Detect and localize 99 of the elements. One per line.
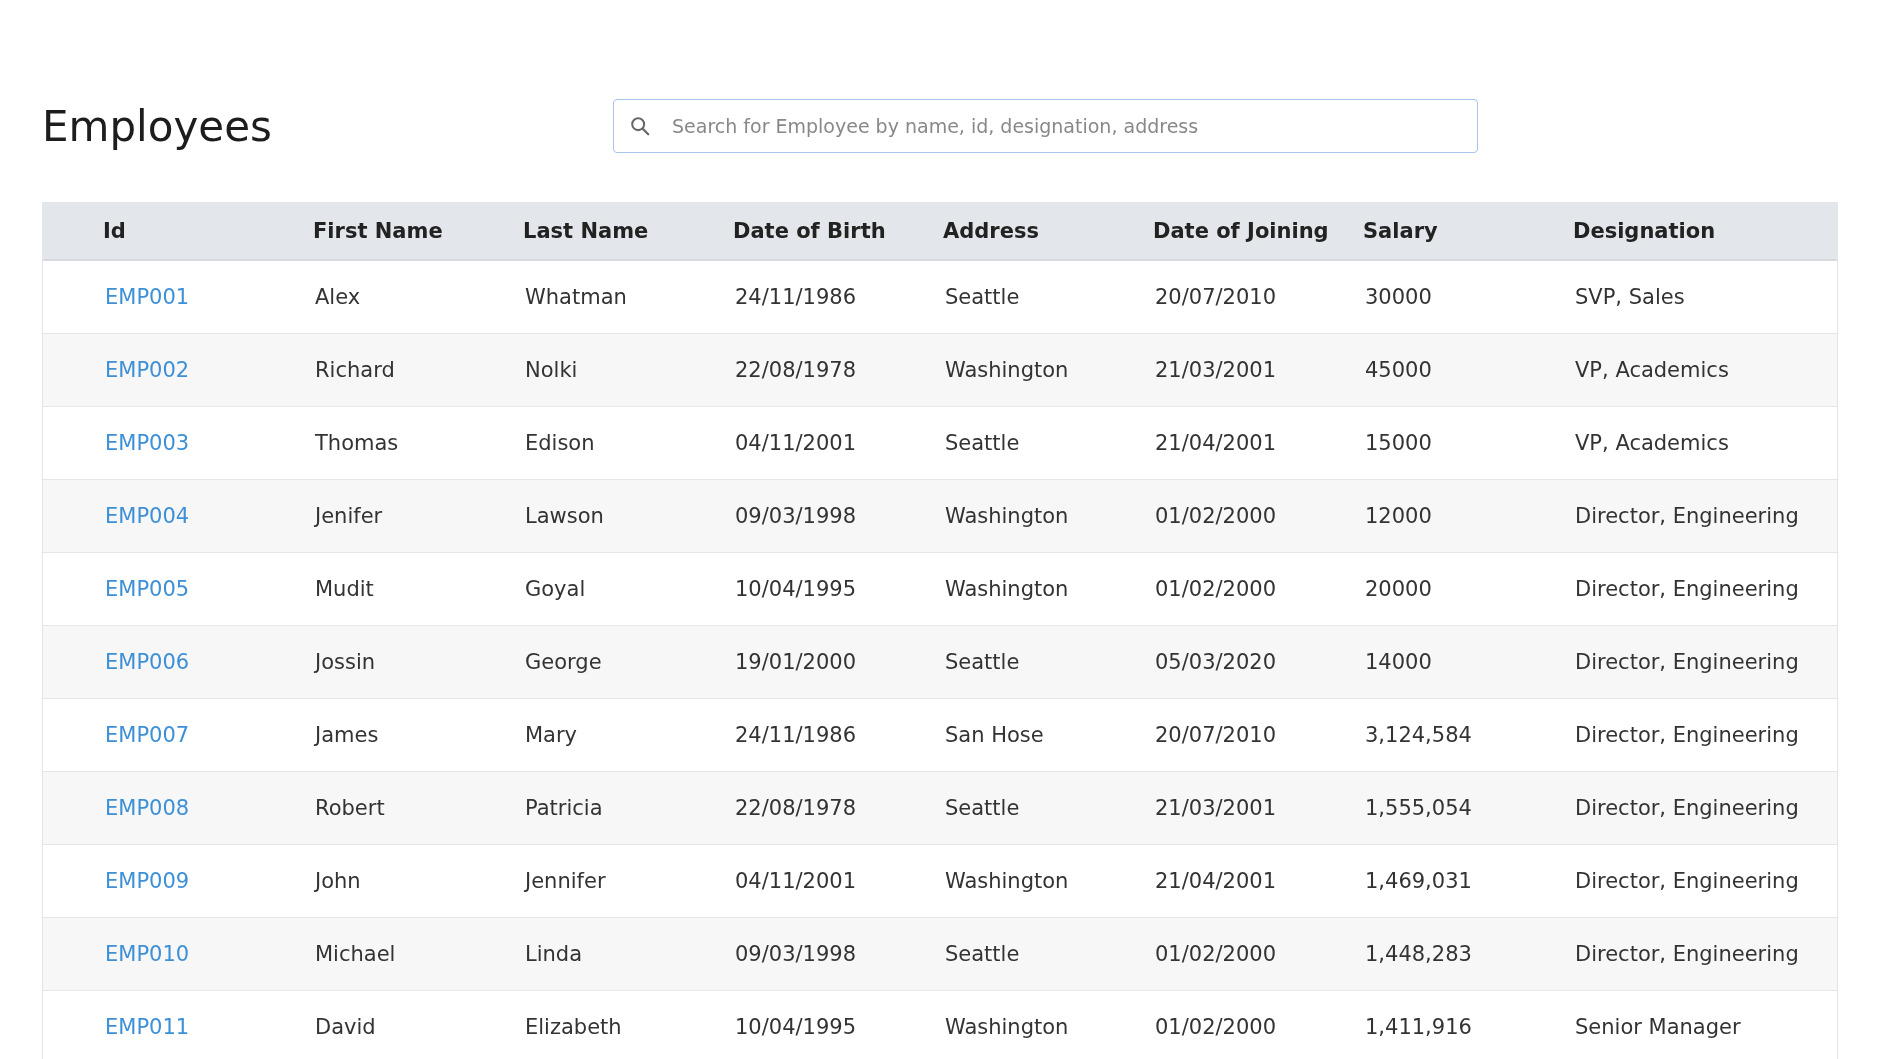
table-cell-text: 15000 — [1364, 431, 1433, 455]
table-cell-text: 21/03/2001 — [1154, 358, 1278, 382]
table-cell-text: Seattle — [944, 650, 1021, 674]
table-cell-text: Thomas — [314, 431, 400, 455]
table-cell-text: 1,411,916 — [1364, 1015, 1473, 1039]
column-header: Address — [943, 219, 1040, 243]
table-cell-text: Linda — [524, 942, 584, 966]
table-cell-text: Lawson — [524, 504, 605, 528]
employee-id-link[interactable]: EMP008 — [105, 796, 190, 820]
employee-id-link[interactable]: EMP001 — [105, 285, 190, 309]
table-cell-text: 01/02/2000 — [1154, 942, 1278, 966]
table-cell-text: Jennifer — [523, 869, 607, 893]
table-cell-text: 21/04/2001 — [1154, 869, 1278, 893]
table-cell-text: 01/02/2000 — [1154, 1015, 1278, 1039]
table-cell-text: 04/11/2001 — [734, 869, 858, 893]
employee-id-link[interactable]: EMP011 — [105, 1015, 190, 1039]
table-cell-text: James — [313, 723, 380, 747]
page-title: Employees — [42, 101, 273, 151]
table-cell-text: 3,124,584 — [1364, 723, 1473, 747]
employee-id-link[interactable]: EMP002 — [105, 358, 190, 382]
employee-id-link[interactable]: EMP009 — [105, 869, 190, 893]
table-cell-text: SVP, Sales — [1574, 285, 1686, 309]
table-cell-text: 09/03/1998 — [734, 942, 858, 966]
table-cell-text: 21/04/2001 — [1154, 431, 1278, 455]
table-cell-text: Edison — [524, 431, 596, 455]
search-icon — [629, 115, 651, 137]
table-cell-text: 10/04/1995 — [734, 1015, 858, 1039]
table-cell-text: Patricia — [524, 796, 604, 820]
column-header: Id — [102, 219, 127, 243]
table-cell-text: Mary — [524, 723, 579, 747]
table-cell-text: 20/07/2010 — [1154, 285, 1278, 309]
column-header: Designation — [1573, 219, 1717, 243]
table-cell-text: 45000 — [1364, 358, 1433, 382]
table-cell-text: Elizabeth — [524, 1015, 623, 1039]
table-cell-text: Seattle — [944, 796, 1021, 820]
table-cell-text: John — [313, 869, 362, 893]
table-cell-text: Senior Manager — [1574, 1015, 1742, 1039]
table-cell-text: 10/04/1995 — [734, 577, 858, 601]
search-field[interactable]: Search for Employee by name, id, designation, address — [613, 99, 1478, 153]
table-cell-text: San Hose — [944, 723, 1045, 747]
table-cell-text: Whatman — [524, 285, 628, 309]
table-cell-text: Washington — [944, 1015, 1070, 1039]
table-cell-text: Nolki — [524, 358, 579, 382]
table-cell-text: 1,448,283 — [1364, 942, 1473, 966]
table-cell-text: Seattle — [944, 285, 1021, 309]
table-cell-text: 1,555,054 — [1364, 796, 1473, 820]
table-cell-text: 20000 — [1364, 577, 1433, 601]
table-cell-text: Director, Engineering — [1574, 577, 1800, 601]
table-cell-text: 20/07/2010 — [1154, 723, 1278, 747]
employee-id-link[interactable]: EMP005 — [105, 577, 190, 601]
table-cell-text: 30000 — [1364, 285, 1433, 309]
table-cell-text: 19/01/2000 — [734, 650, 858, 674]
column-header: Date of Joining — [1153, 219, 1330, 243]
table-cell-text: 24/11/1986 — [734, 285, 858, 309]
table-cell-text: David — [314, 1015, 377, 1039]
table-cell-text: George — [524, 650, 603, 674]
column-header: Last Name — [523, 219, 650, 243]
table-cell-text: 04/11/2001 — [734, 431, 858, 455]
table-cell-text: Robert — [314, 796, 386, 820]
table-cell-text: Richard — [314, 358, 396, 382]
table-cell-text: 21/03/2001 — [1154, 796, 1278, 820]
column-header: Salary — [1363, 219, 1439, 243]
table-cell-text: 22/08/1978 — [734, 358, 858, 382]
table-cell-text: 12000 — [1364, 504, 1433, 528]
table-cell-text: 05/03/2020 — [1154, 650, 1278, 674]
column-header: Date of Birth — [733, 219, 887, 243]
employee-id-link[interactable]: EMP004 — [105, 504, 190, 528]
table-cell-text: Washington — [944, 577, 1070, 601]
table-cell-text: Director, Engineering — [1574, 723, 1800, 747]
table-cell-text: Seattle — [944, 431, 1021, 455]
table-cell-text: Director, Engineering — [1574, 869, 1800, 893]
table-cell-text: 09/03/1998 — [734, 504, 858, 528]
table-cell-text: 14000 — [1364, 650, 1433, 674]
table-cell-text: 01/02/2000 — [1154, 577, 1278, 601]
table-cell-text: Director, Engineering — [1574, 796, 1800, 820]
column-header: First Name — [313, 219, 444, 243]
table-cell-text: Washington — [944, 358, 1070, 382]
table-cell-text: VP, Academics — [1574, 431, 1730, 455]
table-cell-text: Director, Engineering — [1574, 650, 1800, 674]
employee-id-link[interactable]: EMP010 — [105, 942, 190, 966]
table-cell-text: Director, Engineering — [1574, 504, 1800, 528]
table-cell-text: Jenifer — [313, 504, 384, 528]
table-cell-text: Seattle — [944, 942, 1021, 966]
employee-id-link[interactable]: EMP003 — [105, 431, 190, 455]
table-cell-text: Alex — [314, 285, 362, 309]
table-cell-text: Mudit — [314, 577, 375, 601]
table-cell-text: Washington — [944, 869, 1070, 893]
table-cell-text: VP, Academics — [1574, 358, 1730, 382]
table-cell-text: Michael — [314, 942, 397, 966]
table-cell-text: Jossin — [313, 650, 377, 674]
employee-id-link[interactable]: EMP006 — [105, 650, 190, 674]
table-cell-text: 22/08/1978 — [734, 796, 858, 820]
employee-id-link[interactable]: EMP007 — [105, 723, 190, 747]
table-cell-text: Goyal — [524, 577, 587, 601]
table-cell-text: Washington — [944, 504, 1070, 528]
table-cell-text: 01/02/2000 — [1154, 504, 1278, 528]
table-cell-text: 1,469,031 — [1364, 869, 1473, 893]
table-cell-text: 24/11/1986 — [734, 723, 858, 747]
table-cell-text: Director, Engineering — [1574, 942, 1800, 966]
